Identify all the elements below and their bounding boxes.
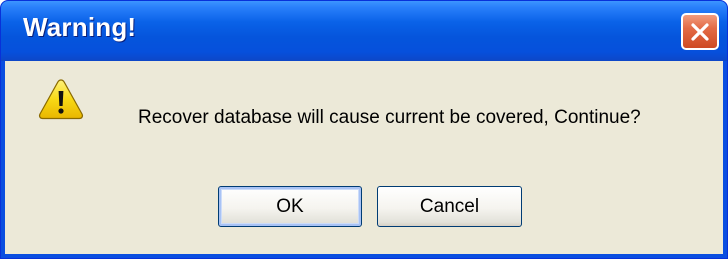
title-bar[interactable]: Warning! — [1, 1, 727, 61]
dialog-title: Warning! — [23, 12, 137, 42]
dialog-message: Recover database will cause current be c… — [138, 107, 641, 128]
close-button[interactable] — [681, 13, 719, 50]
close-icon — [691, 23, 709, 41]
cancel-button[interactable]: Cancel — [377, 186, 522, 227]
ok-button[interactable]: OK — [218, 186, 362, 227]
warning-dialog: Warning! Recover database will cause cur… — [0, 0, 728, 259]
warning-icon — [38, 79, 84, 120]
dialog-body: Recover database will cause current be c… — [5, 61, 723, 254]
